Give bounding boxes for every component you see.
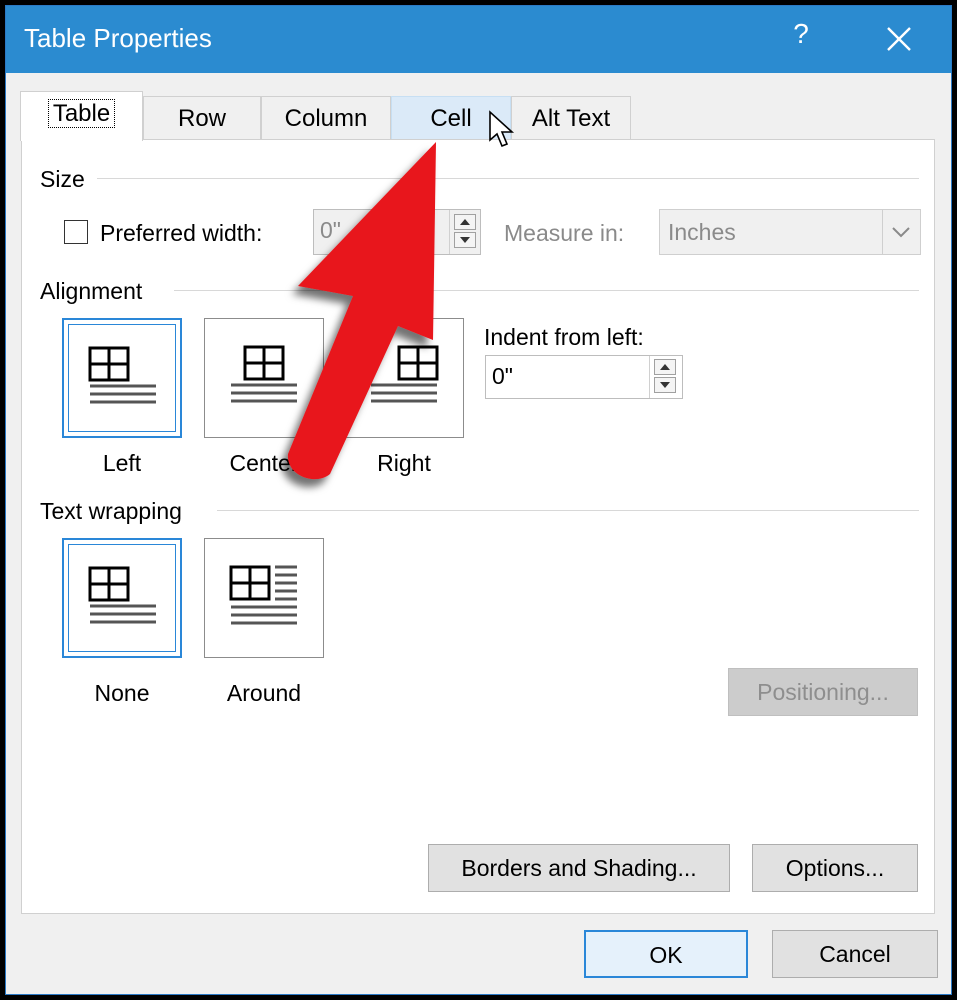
- annotation-arrow-icon: [287, 142, 436, 480]
- wrapping-around-option[interactable]: [204, 538, 324, 658]
- text-wrapping-divider: [217, 510, 919, 511]
- title-bar: Table Properties ?: [6, 6, 951, 73]
- size-section-label: Size: [40, 166, 85, 192]
- close-icon[interactable]: [884, 18, 914, 58]
- text-wrapping-section-label: Text wrapping: [40, 498, 182, 524]
- cancel-button[interactable]: Cancel: [772, 930, 938, 978]
- tab-alt-text-label: Alt Text: [531, 105, 611, 132]
- help-button[interactable]: ?: [786, 18, 816, 50]
- borders-and-shading-button[interactable]: Borders and Shading...: [428, 844, 730, 892]
- wrapping-none-label: None: [94, 680, 150, 706]
- mouse-pointer-icon: [489, 110, 515, 148]
- alignment-left-option[interactable]: [62, 318, 182, 438]
- window-title: Table Properties: [24, 23, 212, 53]
- tab-column-label: Column: [284, 105, 368, 132]
- alignment-section-label: Alignment: [40, 278, 143, 304]
- tab-column[interactable]: Column: [261, 96, 391, 140]
- spinner-up-icon[interactable]: [654, 359, 676, 375]
- table-left-icon: [88, 346, 156, 404]
- measure-in-value: Inches: [668, 219, 736, 245]
- options-button[interactable]: Options...: [752, 844, 918, 892]
- tab-alt-text[interactable]: Alt Text: [511, 96, 631, 140]
- preferred-width-label: Preferred width:: [100, 220, 263, 246]
- measure-in-select[interactable]: Inches: [659, 209, 921, 255]
- tab-row[interactable]: Row: [143, 96, 261, 140]
- indent-spinner[interactable]: [649, 356, 681, 398]
- tab-table-label: Table: [47, 99, 116, 128]
- positioning-button[interactable]: Positioning...: [728, 668, 918, 716]
- ok-button[interactable]: OK: [584, 930, 748, 978]
- tab-row-label: Row: [177, 105, 226, 132]
- tab-cell-label: Cell: [430, 105, 472, 132]
- wrap-none-icon: [88, 566, 156, 624]
- preferred-width-checkbox[interactable]: [64, 220, 88, 244]
- tab-table[interactable]: Table: [20, 91, 143, 141]
- wrapping-around-label: Around: [226, 680, 302, 706]
- wrapping-none-option[interactable]: [62, 538, 182, 658]
- table-properties-dialog: Table Properties ? Table Row Column Cell…: [5, 5, 952, 995]
- spinner-down-icon[interactable]: [654, 377, 676, 393]
- alignment-left-label: Left: [102, 450, 142, 476]
- wrap-around-icon: [229, 565, 297, 625]
- chevron-down-icon: [882, 210, 920, 254]
